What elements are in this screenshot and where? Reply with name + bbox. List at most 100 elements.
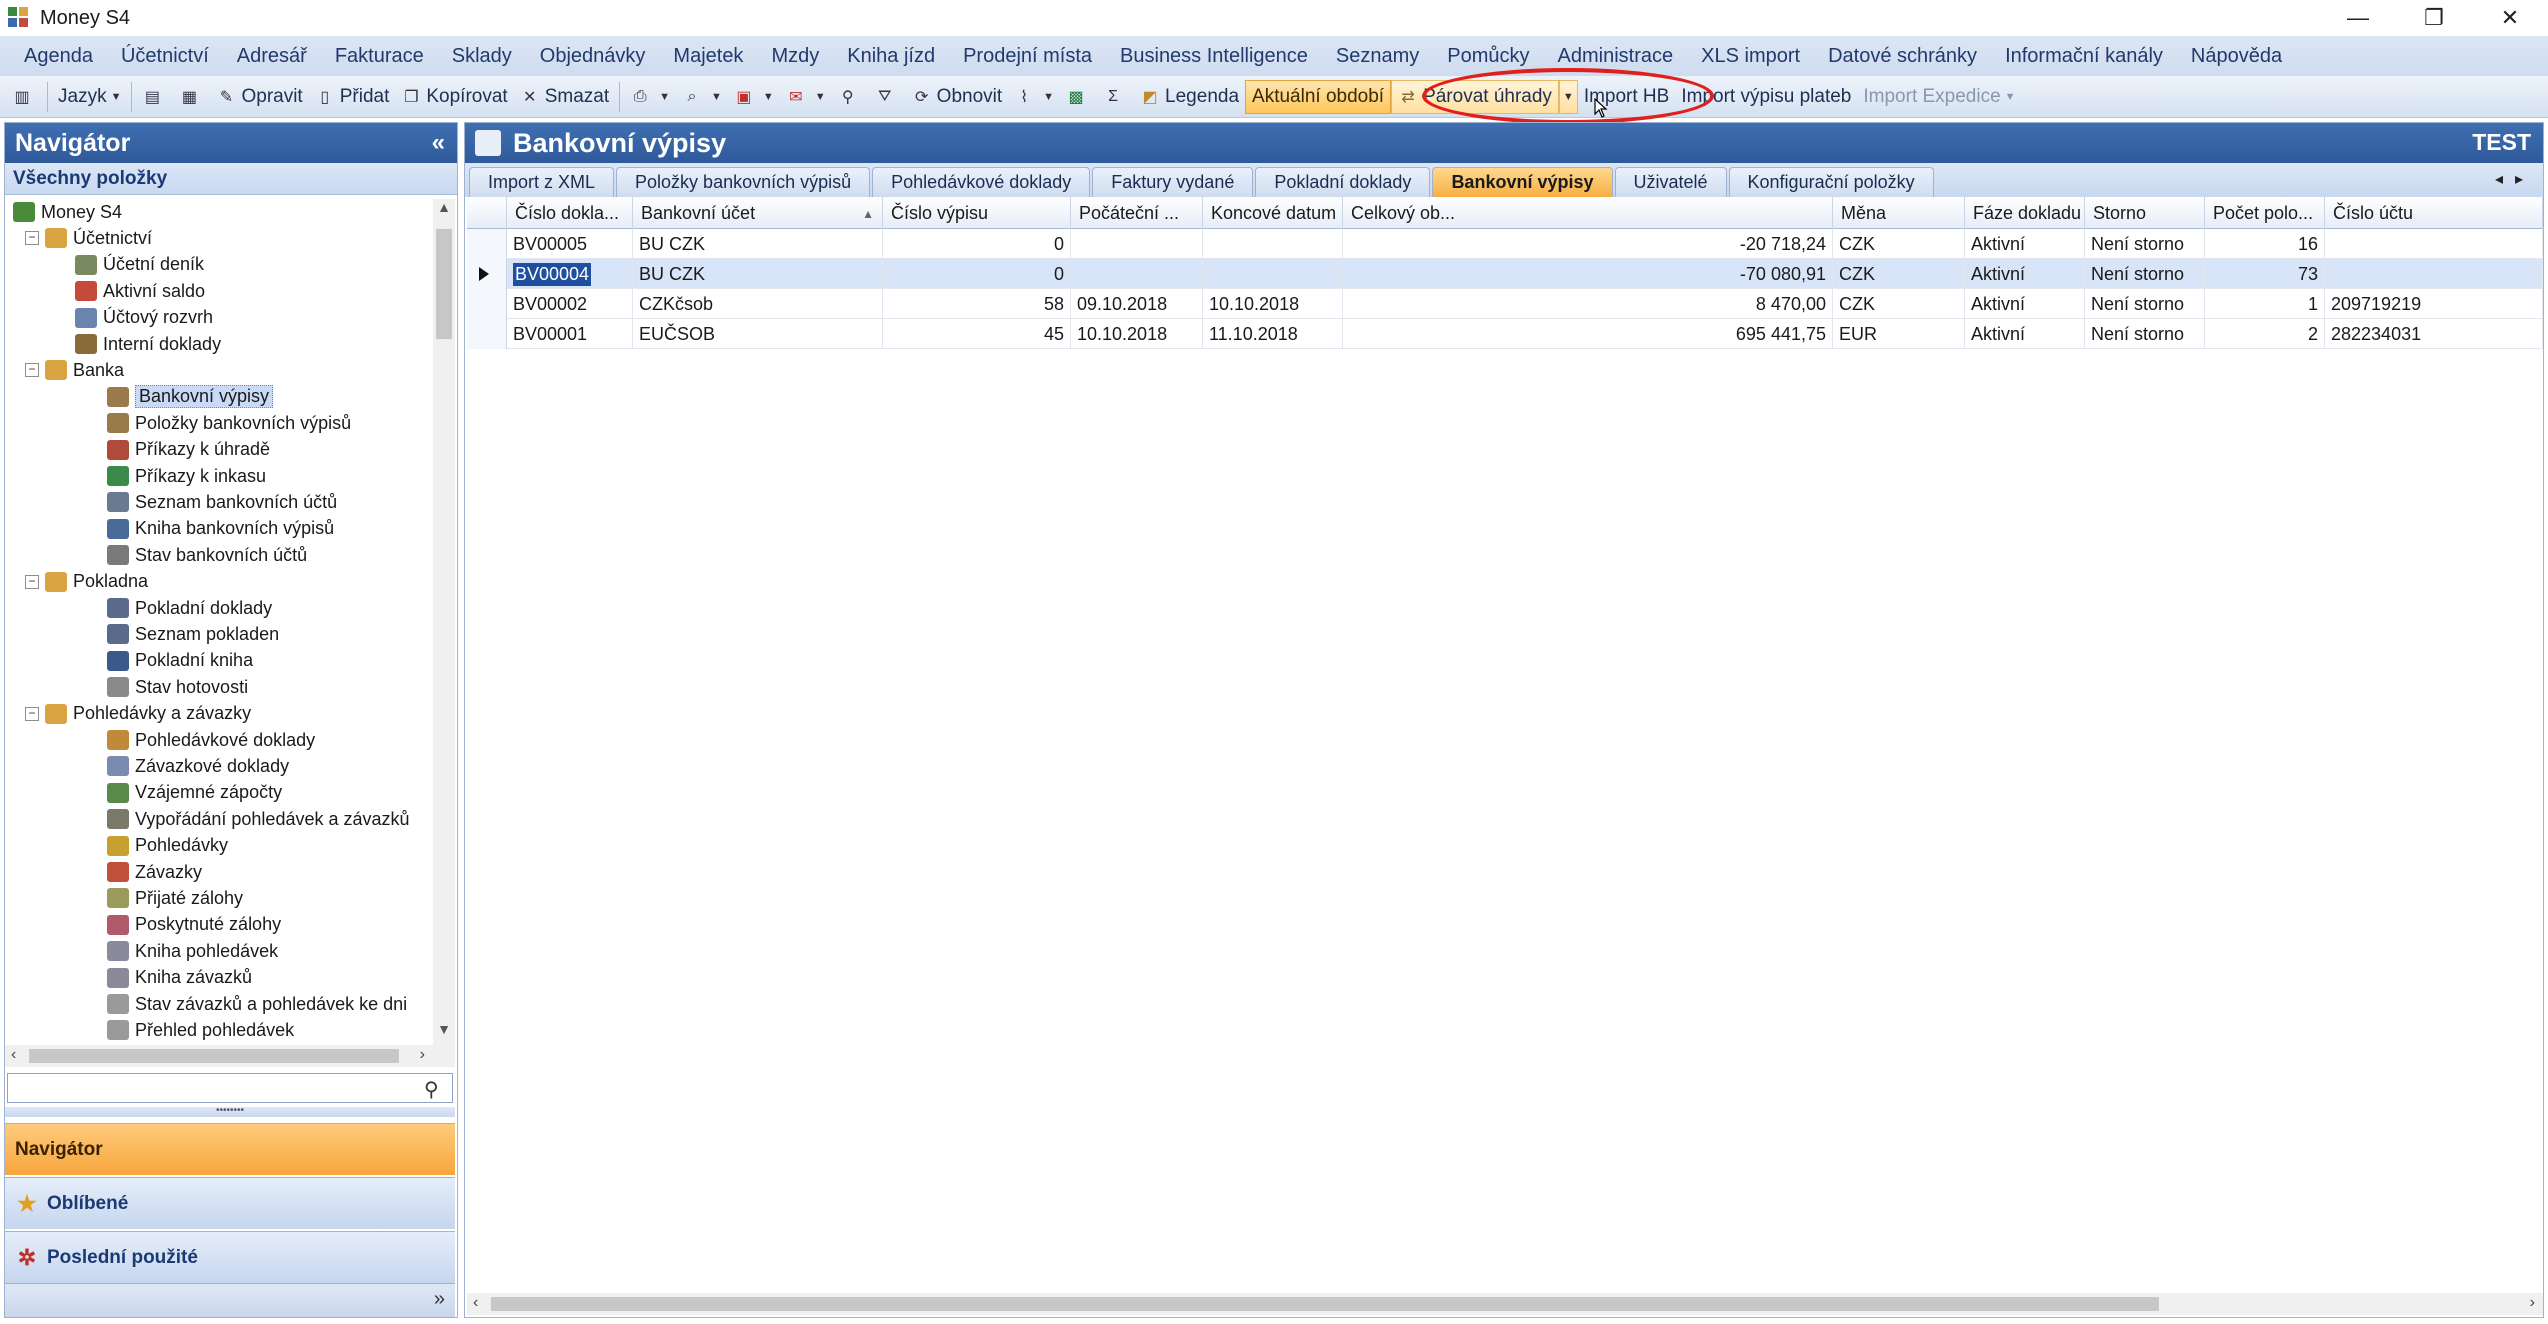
- menu-item[interactable]: Informační kanály: [1991, 45, 2177, 68]
- document-tab[interactable]: Uživatelé: [1614, 167, 1727, 197]
- table-cell[interactable]: Aktivní: [1965, 319, 2085, 349]
- table-cell[interactable]: [2325, 259, 2543, 289]
- menu-item[interactable]: Mzdy: [757, 45, 833, 68]
- table-cell[interactable]: 0: [883, 229, 1071, 259]
- table-cell[interactable]: [2325, 229, 2543, 259]
- minimize-button[interactable]: —: [2320, 0, 2396, 36]
- tree-item[interactable]: Seznam bankovních účtů: [107, 489, 337, 515]
- email-button[interactable]: ✉ ▼: [780, 80, 832, 114]
- table-cell[interactable]: 09.10.2018: [1071, 289, 1203, 319]
- table-cell[interactable]: 73: [2205, 259, 2325, 289]
- scrollbar-thumb[interactable]: [436, 229, 452, 339]
- scroll-up-icon[interactable]: ▲: [433, 199, 455, 223]
- tree-item[interactable]: Účtový rozvrh: [75, 305, 213, 331]
- table-cell[interactable]: BU CZK: [633, 259, 883, 289]
- navigator-search-input[interactable]: ⚲: [7, 1073, 453, 1103]
- navigator-tab-button[interactable]: Navigátor: [5, 1123, 455, 1175]
- table-cell[interactable]: CZK: [1833, 289, 1965, 319]
- document-tab[interactable]: Položky bankovních výpisů: [616, 167, 871, 197]
- column-header[interactable]: Bankovní účet ▲: [633, 197, 883, 229]
- table-cell[interactable]: BV00001: [507, 319, 633, 349]
- tree-item[interactable]: Money S4: [13, 199, 122, 225]
- table-cell[interactable]: -20 718,24: [1343, 229, 1833, 259]
- table-cell[interactable]: EUR: [1833, 319, 1965, 349]
- open-card-button[interactable]: ▦: [173, 80, 210, 114]
- menu-item[interactable]: Adresář: [223, 45, 321, 68]
- menu-item[interactable]: Majetek: [659, 45, 757, 68]
- layout-toggle-button[interactable]: ▥: [6, 80, 43, 114]
- menu-item[interactable]: Datové schránky: [1814, 45, 1991, 68]
- tree-item[interactable]: Stav hotovosti: [107, 674, 248, 700]
- current-period-button[interactable]: Aktuální období: [1245, 79, 1392, 114]
- tree-item[interactable]: Pohledávky: [107, 833, 228, 859]
- collapse-toggle-icon[interactable]: −: [25, 574, 39, 589]
- table-cell[interactable]: Není storno: [2085, 289, 2205, 319]
- collapse-toggle-icon[interactable]: −: [25, 706, 39, 721]
- table-cell[interactable]: 1: [2205, 289, 2325, 319]
- table-cell[interactable]: BU CZK: [633, 229, 883, 259]
- collapse-toggle-icon[interactable]: −: [25, 231, 39, 246]
- import-expedice-button[interactable]: Import Expedice ▼: [1857, 80, 2021, 114]
- table-cell[interactable]: Aktivní: [1965, 229, 2085, 259]
- table-cell[interactable]: CZK: [1833, 259, 1965, 289]
- import-hb-button[interactable]: Import HB: [1578, 80, 1676, 114]
- close-button[interactable]: ✕: [2472, 0, 2548, 36]
- row-selector[interactable]: [467, 259, 507, 289]
- grid-horizontal-scrollbar[interactable]: ‹ ›: [467, 1293, 2543, 1315]
- more-buttons-icon[interactable]: »: [434, 1288, 445, 1311]
- column-header[interactable]: Měna: [1833, 197, 1965, 229]
- document-tab[interactable]: Konfigurační položky: [1728, 167, 1934, 197]
- tree-vertical-scrollbar[interactable]: ▲ ▼: [433, 199, 455, 1045]
- tree-item[interactable]: Pokladní doklady: [107, 595, 272, 621]
- tree-item[interactable]: − Pokladna: [25, 569, 148, 595]
- scroll-left-icon[interactable]: ‹: [11, 1046, 16, 1064]
- table-cell[interactable]: BV00004: [507, 259, 633, 289]
- menu-item[interactable]: Fakturace: [321, 45, 438, 68]
- table-cell[interactable]: BV00005: [507, 229, 633, 259]
- table-cell[interactable]: Aktivní: [1965, 289, 2085, 319]
- document-tab[interactable]: Import z XML: [469, 167, 615, 197]
- table-cell[interactable]: 695 441,75: [1343, 319, 1833, 349]
- table-cell[interactable]: [1203, 259, 1343, 289]
- scroll-right-icon[interactable]: ›: [2530, 1294, 2535, 1312]
- column-header[interactable]: Číslo výpisu: [883, 197, 1071, 229]
- tree-item[interactable]: Závazkové doklady: [107, 753, 289, 779]
- table-cell[interactable]: 2: [2205, 319, 2325, 349]
- table-row[interactable]: BV00004 BU CZK 0 -70 080,91 CZK Aktivní Není s…: [467, 259, 2543, 289]
- table-cell[interactable]: 58: [883, 289, 1071, 319]
- table-cell[interactable]: 45: [883, 319, 1071, 349]
- table-cell[interactable]: Není storno: [2085, 259, 2205, 289]
- tree-item[interactable]: Stav závazků a pohledávek ke dni: [107, 991, 407, 1017]
- table-cell[interactable]: [1071, 229, 1203, 259]
- tree-item[interactable]: Příkazy k úhradě: [107, 437, 270, 463]
- tree-item[interactable]: Kniha závazků: [107, 965, 252, 991]
- table-cell[interactable]: -70 080,91: [1343, 259, 1833, 289]
- row-selector[interactable]: [467, 319, 507, 349]
- menu-item[interactable]: Pomůcky: [1433, 45, 1543, 68]
- table-cell[interactable]: [1203, 229, 1343, 259]
- menu-item[interactable]: Účetnictví: [107, 45, 223, 68]
- pair-payments-dropdown[interactable]: ▼: [1558, 79, 1578, 114]
- menu-item[interactable]: Prodejní místa: [949, 45, 1106, 68]
- tree-item[interactable]: Přehled pohledávek: [107, 1017, 294, 1043]
- collapse-navigator-button[interactable]: «: [432, 129, 445, 157]
- scrollbar-thumb[interactable]: [29, 1049, 399, 1063]
- search-button[interactable]: ⚲: [832, 80, 869, 114]
- tree-item[interactable]: Stav bankovních účtů: [107, 542, 307, 568]
- tree-item[interactable]: Položky bankovních výpisů: [107, 410, 351, 436]
- search-icon[interactable]: ⚲: [424, 1077, 448, 1101]
- table-cell[interactable]: 282234031: [2325, 319, 2543, 349]
- menu-item[interactable]: Objednávky: [526, 45, 660, 68]
- excel-export-button[interactable]: ▩: [1060, 80, 1097, 114]
- menu-item[interactable]: Agenda: [10, 45, 107, 68]
- menu-item[interactable]: Business Intelligence: [1106, 45, 1322, 68]
- tab-scroll-arrows-icon[interactable]: ◂▸: [2495, 169, 2535, 189]
- table-cell[interactable]: [1071, 259, 1203, 289]
- copy-button[interactable]: ❐ Kopírovat: [395, 80, 513, 114]
- column-header[interactable]: Počáteční ...: [1071, 197, 1203, 229]
- import-payments-button[interactable]: Import výpisu plateb: [1675, 80, 1857, 114]
- recent-tab-button[interactable]: ✲ Poslední použité: [5, 1231, 455, 1283]
- column-header[interactable]: Číslo dokla...: [507, 197, 633, 229]
- tree-item[interactable]: Vypořádání pohledávek a závazků: [107, 806, 410, 832]
- tree-item[interactable]: Seznam pokladen: [107, 621, 279, 647]
